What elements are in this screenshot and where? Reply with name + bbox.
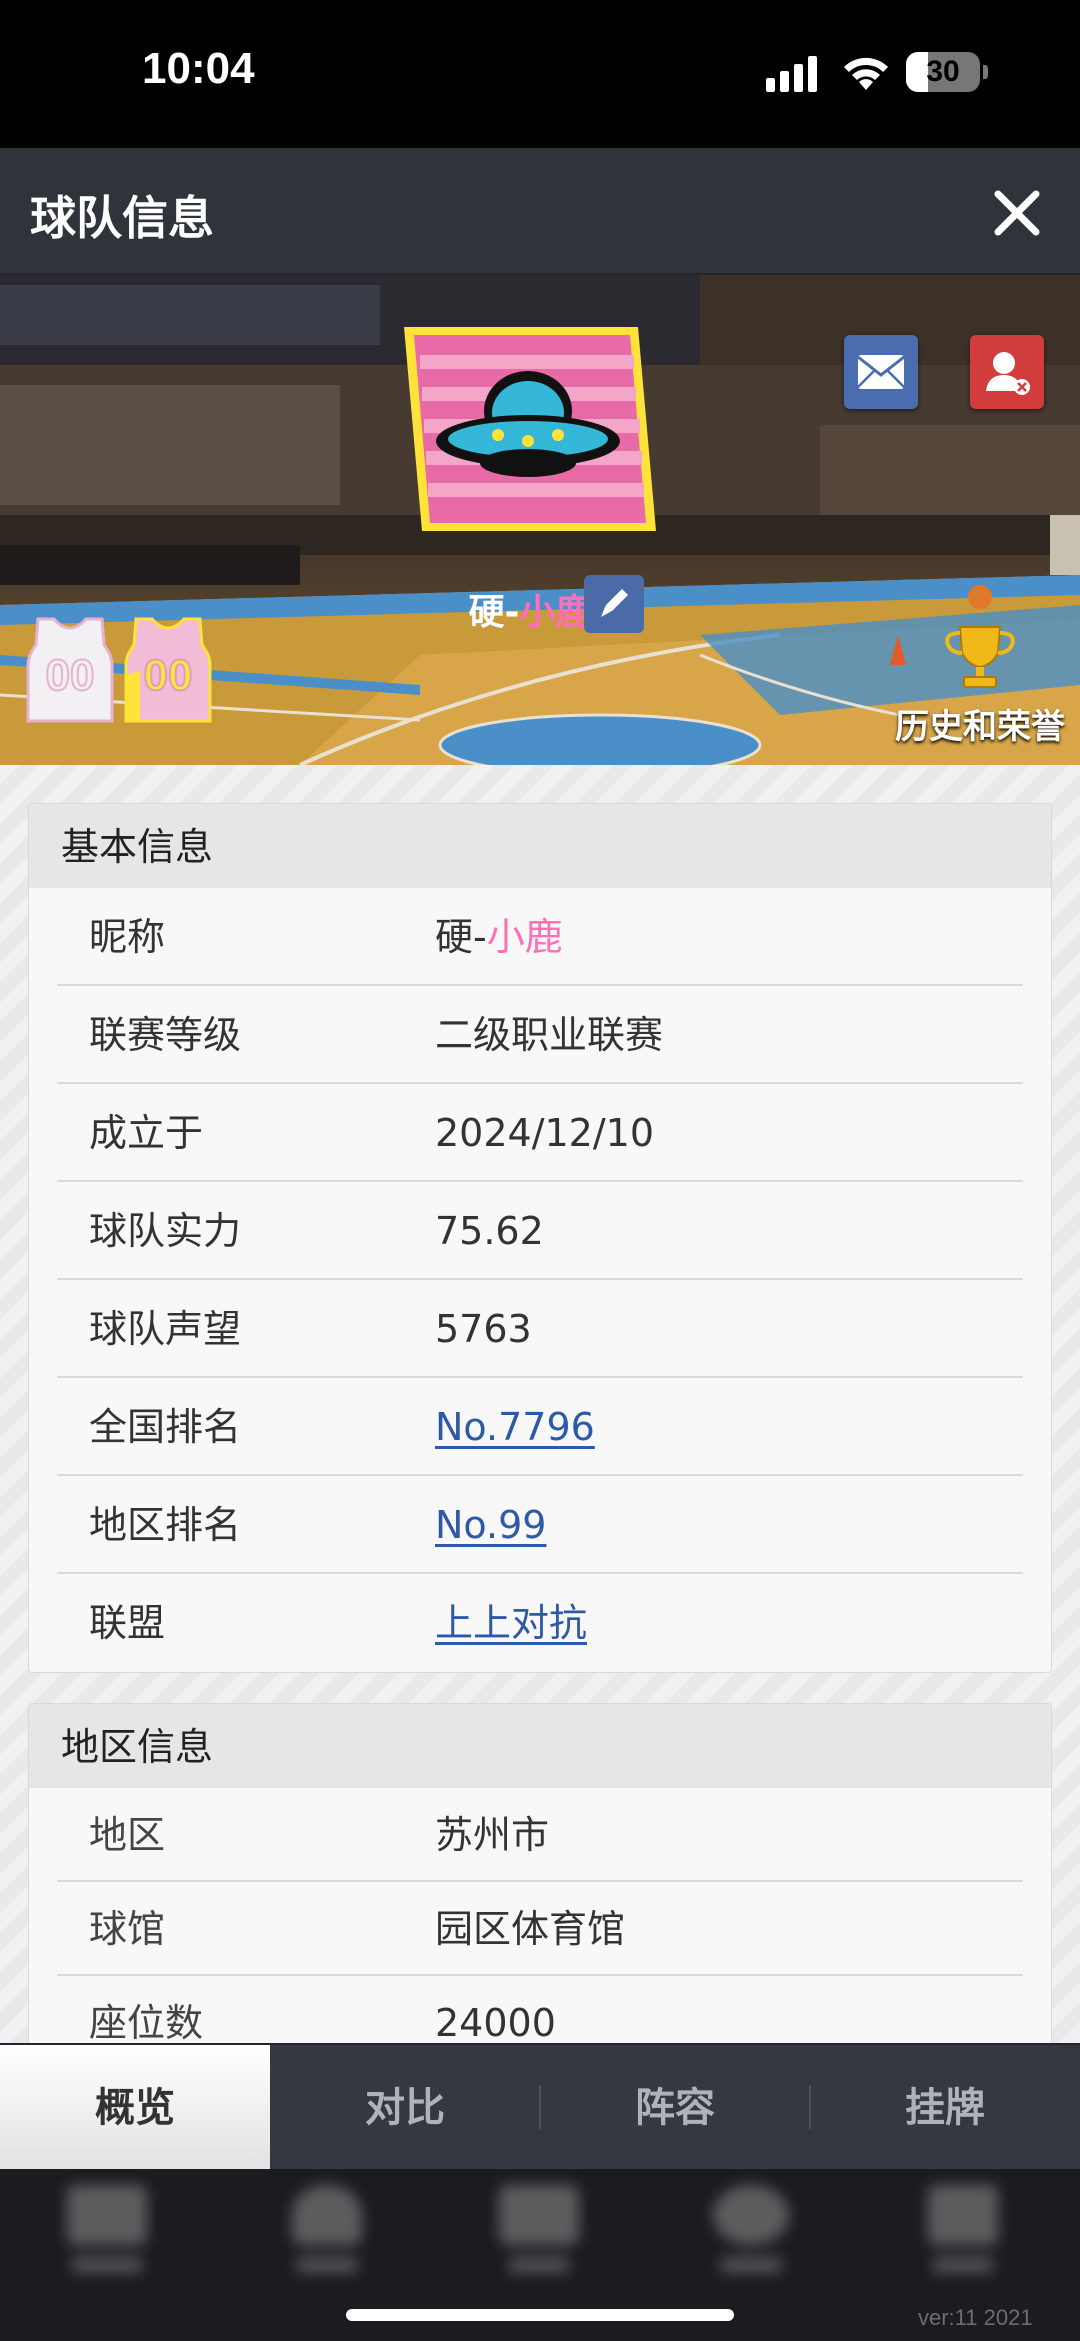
info-value: 2024/12/10 xyxy=(435,1111,655,1155)
info-row-arena: 球馆 园区体育馆 xyxy=(57,1882,1023,1976)
version-label: ver:11 2021 xyxy=(918,2305,1033,2330)
tab-compare[interactable]: 对比 xyxy=(270,2045,540,2169)
nav-icon-blurred xyxy=(282,2179,372,2279)
status-bar: 10:04 30 xyxy=(0,0,1080,148)
region-info-card: 地区信息 地区 苏州市 球馆 园区体育馆 座位数 24000 xyxy=(28,1703,1052,2043)
info-key: 球馆 xyxy=(89,1907,166,1951)
user-remove-icon xyxy=(986,352,1030,395)
nav-icon-blurred xyxy=(918,2179,1008,2279)
trophy-icon[interactable] xyxy=(940,623,1020,693)
tab-overview[interactable]: 概览 xyxy=(0,2045,270,2169)
info-value-nickname: 硬-小鹿 xyxy=(435,915,563,959)
info-value: 75.62 xyxy=(435,1209,544,1253)
info-row-nickname: 昵称 硬-小鹿 xyxy=(57,888,1023,986)
info-value: 二级职业联赛 xyxy=(435,1013,664,1057)
region-info-heading: 地区信息 xyxy=(29,1704,1051,1788)
info-key: 成立于 xyxy=(89,1111,204,1155)
info-value: 24000 xyxy=(435,2001,556,2043)
away-jersey[interactable]: 00 xyxy=(122,615,214,725)
info-row-seats: 座位数 24000 xyxy=(57,1976,1023,2043)
team-logo-ufo xyxy=(404,327,656,531)
regional-rank-link[interactable]: No.99 xyxy=(435,1476,546,1574)
info-row-regional-rank: 地区排名 No.99 xyxy=(57,1476,1023,1574)
page-title: 球队信息 xyxy=(30,191,214,245)
team-name-prefix: 硬- xyxy=(468,592,520,633)
basic-info-heading: 基本信息 xyxy=(29,804,1051,888)
away-jersey-number: 00 xyxy=(143,650,194,701)
info-row-league-level: 联赛等级 二级职业联赛 xyxy=(57,986,1023,1084)
tab-listing[interactable]: 挂牌 xyxy=(810,2045,1080,2169)
info-value: 园区体育馆 xyxy=(435,1907,626,1951)
national-rank-link[interactable]: No.7796 xyxy=(435,1378,595,1476)
battery-icon: 30 xyxy=(906,52,988,92)
info-value: 苏州市 xyxy=(435,1813,550,1857)
info-row-strength: 球队实力 75.62 xyxy=(57,1182,1023,1280)
nav-icon-blurred xyxy=(494,2179,584,2279)
battery-level: 30 xyxy=(926,55,960,88)
edit-name-button[interactable] xyxy=(584,575,644,633)
mail-button[interactable] xyxy=(844,335,918,409)
team-info-content[interactable]: 基本信息 昵称 硬-小鹿 联赛等级 二级职业联赛 成立于 2024/12/10 … xyxy=(0,765,1080,2043)
nav-icon-blurred xyxy=(62,2179,152,2279)
title-bar: 球队信息 xyxy=(0,148,1080,275)
info-key: 球队声望 xyxy=(89,1307,242,1351)
history-honors-link[interactable]: 历史和荣誉 xyxy=(880,699,1080,748)
nav-icon-blurred xyxy=(706,2179,796,2279)
info-key: 地区排名 xyxy=(89,1503,242,1547)
signal-icon xyxy=(766,56,817,92)
info-key: 球队实力 xyxy=(89,1209,242,1253)
remove-user-button[interactable] xyxy=(970,335,1044,409)
tab-roster[interactable]: 阵容 xyxy=(540,2045,810,2169)
info-row-reputation: 球队声望 5763 xyxy=(57,1280,1023,1378)
info-key: 联盟 xyxy=(89,1601,166,1645)
info-key: 联赛等级 xyxy=(89,1013,242,1057)
status-time: 10:04 xyxy=(142,44,255,93)
bottom-tab-bar: 概览 对比 阵容 挂牌 xyxy=(0,2043,1080,2169)
info-key: 座位数 xyxy=(89,2001,204,2043)
basic-info-card: 基本信息 昵称 硬-小鹿 联赛等级 二级职业联赛 成立于 2024/12/10 … xyxy=(28,803,1052,1673)
edit-icon xyxy=(601,589,628,617)
info-row-founded: 成立于 2024/12/10 xyxy=(57,1084,1023,1182)
info-key: 昵称 xyxy=(89,915,166,959)
home-indicator[interactable] xyxy=(346,2309,734,2321)
info-row-region: 地区 苏州市 xyxy=(57,1788,1023,1882)
close-icon[interactable] xyxy=(990,186,1044,240)
info-row-alliance: 联盟 上上对抗 xyxy=(57,1574,1023,1672)
info-key: 全国排名 xyxy=(89,1405,242,1449)
info-row-national-rank: 全国排名 No.7796 xyxy=(57,1378,1023,1476)
home-jersey-number: 00 xyxy=(45,650,96,701)
alliance-link[interactable]: 上上对抗 xyxy=(435,1574,587,1672)
mail-icon xyxy=(857,355,905,389)
home-jersey[interactable]: 00 xyxy=(24,615,116,725)
team-name-suffix: 小鹿 xyxy=(519,592,592,633)
info-value: 5763 xyxy=(435,1307,532,1351)
info-key: 地区 xyxy=(89,1813,166,1857)
wifi-icon xyxy=(844,57,888,90)
team-hero-banner: 硬-小鹿 00 00 历史和荣誉 xyxy=(0,275,1080,765)
